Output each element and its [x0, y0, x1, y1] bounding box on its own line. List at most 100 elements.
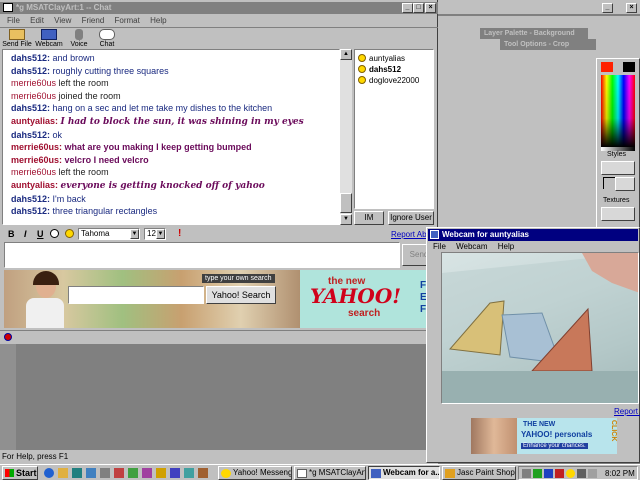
size-dropdown-arrow[interactable]: ▼ — [156, 229, 165, 239]
smiley-icon[interactable] — [65, 229, 74, 238]
color-picker-gradient[interactable] — [601, 75, 635, 147]
start-button[interactable]: Start — [2, 466, 38, 480]
webcam-report-abuse-link[interactable]: Report Abuse — [614, 407, 640, 416]
app-icon-6[interactable] — [114, 468, 124, 478]
chat-message-nick[interactable]: dahs512: — [11, 103, 50, 113]
styles-swatch-2[interactable] — [615, 177, 635, 191]
styles-swatch[interactable] — [601, 161, 635, 175]
chat-message-nick[interactable]: auntyalias: — [11, 116, 58, 126]
ad-search-button[interactable]: Yahoo! Search — [206, 286, 276, 304]
size-select[interactable]: 12 ▼ — [144, 228, 166, 240]
format-toolbar: B I U Tahoma ▼ 12 ▼ ! Report Abuse — [2, 227, 439, 241]
ignore-user-button[interactable]: Ignore User — [388, 211, 434, 225]
menu-file[interactable]: File — [7, 16, 20, 25]
menu-edit[interactable]: Edit — [30, 16, 44, 25]
task-chat-room[interactable]: *g MSATClayArt... — [294, 466, 366, 480]
font-select[interactable]: Tahoma ▼ — [78, 228, 140, 240]
desktop-icon[interactable] — [72, 468, 82, 478]
menu-format[interactable]: Format — [115, 16, 140, 25]
ie-icon[interactable] — [44, 468, 54, 478]
tray-icon-7[interactable] — [588, 469, 597, 478]
record-indicator-icon — [4, 333, 12, 341]
chat-message-nick[interactable]: merrie60us — [11, 91, 56, 101]
webcam-menu-help[interactable]: Help — [498, 242, 514, 251]
tray-icon-3[interactable] — [544, 469, 553, 478]
smiley-icon — [358, 76, 366, 84]
app-icon-11[interactable] — [184, 468, 194, 478]
paint-minimize-button[interactable]: _ — [602, 3, 613, 13]
webcam-titlebar[interactable]: Webcam for auntyalias — [428, 229, 638, 241]
italic-button[interactable]: I — [24, 229, 27, 239]
webcam-menu-file[interactable]: File — [433, 242, 446, 251]
chat-message-nick[interactable]: merrie60us: — [11, 142, 62, 152]
bold-button[interactable]: B — [8, 229, 15, 239]
app-icon-5[interactable] — [100, 468, 110, 478]
chat-message-nick[interactable]: dahs512: — [11, 130, 50, 140]
chat-bubbles-icon — [99, 29, 115, 40]
scroll-down-button[interactable]: ▼ — [340, 214, 352, 225]
chat-message-nick[interactable]: merrie60us: — [11, 155, 62, 165]
tool-options-title[interactable]: Tool Options - Crop — [500, 39, 596, 50]
chat-message-nick[interactable]: dahs512: — [11, 53, 50, 63]
chat-maximize-button[interactable]: □ — [413, 3, 424, 13]
message-input[interactable] — [4, 242, 400, 268]
app-icon-10[interactable] — [170, 468, 180, 478]
menu-help[interactable]: Help — [150, 16, 166, 25]
chat-message-nick[interactable]: dahs512: — [11, 66, 50, 76]
im-button[interactable]: IM — [354, 211, 384, 225]
webcam-button[interactable]: Webcam — [34, 29, 64, 48]
chat-transcript[interactable]: dahs512: and brown dahs512: roughly cutti… — [2, 49, 340, 225]
chat-message-nick[interactable]: dahs512: — [11, 194, 50, 204]
app-icon-9[interactable] — [156, 468, 166, 478]
textures-swatch[interactable] — [601, 207, 635, 221]
tray-icon-1[interactable] — [522, 469, 531, 478]
chat-message-nick[interactable]: merrie60us — [11, 78, 56, 88]
app-icon-7[interactable] — [128, 468, 138, 478]
outlook-icon[interactable] — [58, 468, 68, 478]
foreground-color-swatch[interactable] — [601, 62, 613, 72]
chat-minimize-button[interactable]: _ — [402, 3, 413, 13]
tray-icon-6[interactable] — [577, 469, 586, 478]
menu-friend[interactable]: Friend — [82, 16, 105, 25]
task-webcam[interactable]: Webcam for a... — [368, 466, 440, 480]
channels-icon[interactable] — [86, 468, 96, 478]
swap-arrows-icon[interactable] — [603, 177, 615, 189]
user-list-item[interactable]: auntyalias — [355, 53, 433, 64]
chat-message-nick[interactable]: merrie60us — [11, 167, 56, 177]
tray-icon-5[interactable] — [566, 469, 575, 478]
color-icon[interactable] — [50, 229, 59, 238]
user-list-item[interactable]: doglove22000 — [355, 75, 433, 86]
app-icon-8[interactable] — [142, 468, 152, 478]
app-icon-12[interactable] — [198, 468, 208, 478]
tray-icon-4[interactable] — [555, 469, 564, 478]
ad-search-input[interactable] — [68, 286, 204, 304]
chat-window-titlebar[interactable]: *g MSATClayArt:1 -- Chat — [0, 2, 438, 14]
chat-button[interactable]: Chat — [92, 29, 122, 48]
yahoo-search-ad[interactable]: type your own search Yahoo! Search the n… — [4, 270, 434, 328]
webcam-menu-webcam[interactable]: Webcam — [456, 242, 487, 251]
font-dropdown-arrow[interactable]: ▼ — [130, 229, 139, 239]
layer-palette-title[interactable]: Layer Palette - Background — [480, 28, 588, 39]
task-yahoo-messenger[interactable]: Yahoo! Messenger — [218, 466, 292, 480]
user-list-item[interactable]: dahs512 — [355, 64, 433, 75]
background-color-swatch[interactable] — [623, 62, 635, 72]
send-file-button[interactable]: Send File — [2, 29, 32, 48]
scroll-up-button[interactable]: ▲ — [340, 49, 352, 60]
underline-button[interactable]: U — [37, 229, 44, 239]
scroll-thumb[interactable] — [340, 193, 352, 213]
task-paint-shop[interactable]: Jasc Paint Shop ... — [442, 466, 516, 480]
yahoo-personals-ad[interactable]: THE NEW YAHOO! personals Enhance your ch… — [471, 418, 617, 454]
alert-icon[interactable]: ! — [178, 228, 181, 239]
webcam-task-icon — [371, 469, 381, 478]
transcript-scrollbar[interactable]: ▲ ▼ — [340, 49, 352, 225]
chat-close-button[interactable]: × — [425, 3, 436, 13]
menu-view[interactable]: View — [54, 16, 71, 25]
font-select-value: Tahoma — [81, 229, 110, 238]
voice-button[interactable]: Voice — [64, 29, 94, 48]
paint-close-button[interactable]: × — [626, 3, 637, 13]
chat-message-nick[interactable]: auntyalias: — [11, 180, 58, 190]
tray-icon-2[interactable] — [533, 469, 542, 478]
ad-search-word: search — [348, 308, 381, 319]
chat-message-nick[interactable]: dahs512: — [11, 206, 50, 216]
user-list[interactable]: auntyalias dahs512 doglove22000 — [354, 49, 434, 209]
